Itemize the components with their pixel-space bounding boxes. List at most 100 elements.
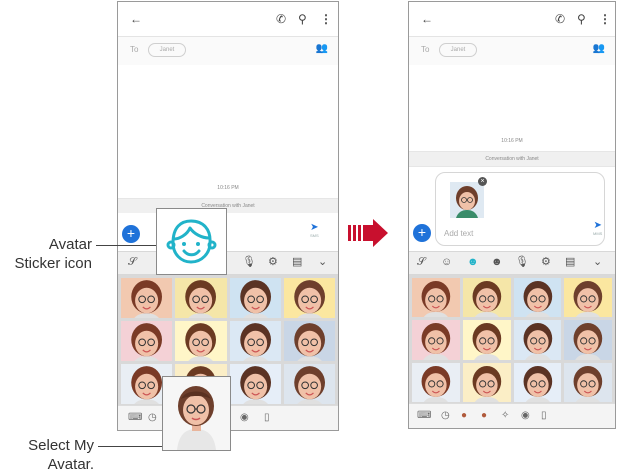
conversation-area: 10:16 PM Conversation with Janet — [118, 65, 338, 214]
avatar-sticker-thumb[interactable] — [229, 364, 281, 404]
send-icon: ➤ — [593, 220, 602, 231]
avatar-sticker-thumb[interactable] — [229, 278, 281, 318]
keyboard-toolbar: 𝒮 🎙 ⚙ ▤ ⌄ — [118, 251, 338, 275]
avatar-sticker-icon[interactable]: ☻ — [467, 256, 479, 269]
avatar-sticker-thumb[interactable] — [412, 278, 460, 318]
mic-icon[interactable]: 🎙 — [515, 256, 529, 269]
send-icon: ➤ — [310, 222, 319, 233]
recent-icon[interactable]: ◷ — [441, 410, 450, 422]
app-bar: ← ✆ ⚲ ⋮ — [118, 2, 338, 36]
avatar-sticker-thumb[interactable] — [283, 321, 335, 361]
my-avatar-sticker[interactable] — [163, 377, 230, 450]
phone-screen-after: ← ✆ ⚲ ⋮ To Janet 👥 10:16 PM Conversation… — [408, 1, 616, 429]
clipboard-icon[interactable]: ▤ — [565, 256, 575, 269]
sticker-category-icon[interactable]: ▯ — [541, 410, 547, 422]
avatar-sticker-thumb[interactable] — [462, 320, 511, 360]
attached-sticker — [450, 182, 484, 218]
recipient-chip[interactable]: Janet — [148, 43, 186, 57]
avatar-sticker-thumb[interactable] — [513, 362, 562, 402]
recipient-bar: To Janet 👥 — [118, 36, 338, 66]
add-contact-icon[interactable]: 👥 — [316, 43, 328, 54]
avatar-sticker-thumb[interactable] — [564, 362, 612, 402]
sticker-category-bar: ⌨ ◷ ● ● ✧ ◉ ▯ — [409, 403, 615, 428]
send-label: MMS — [593, 231, 603, 236]
sticker-grid — [409, 275, 615, 405]
settings-icon[interactable]: ⚙ — [268, 256, 278, 269]
leader-line — [96, 245, 156, 246]
avatar-sticker-thumb[interactable] — [462, 362, 511, 402]
annotation-line: Sticker icon — [14, 255, 92, 272]
phone-icon[interactable]: ✆ — [276, 12, 286, 26]
phone-icon[interactable]: ✆ — [555, 12, 565, 26]
handwriting-icon[interactable]: 𝒮 — [128, 256, 137, 269]
avatar-sticker-thumb[interactable] — [175, 321, 227, 361]
avatar-sticker-thumb[interactable] — [283, 364, 335, 404]
plus-icon[interactable]: + — [122, 225, 140, 243]
avatar-sticker-thumb[interactable] — [513, 320, 562, 360]
recipient-chip[interactable]: Janet — [439, 43, 477, 57]
message-input[interactable]: Add text — [444, 229, 473, 238]
message-time: 10:16 PM — [501, 138, 523, 144]
search-icon[interactable]: ⚲ — [577, 12, 586, 26]
compose-box[interactable]: × Add text — [435, 172, 605, 246]
avatar-sticker-thumb[interactable] — [462, 278, 511, 318]
more-icon[interactable]: ⋮ — [599, 12, 611, 26]
avatar-sticker-callout — [156, 208, 227, 275]
annotation-line: Avatar. — [47, 456, 94, 473]
send-label: SMS — [310, 233, 319, 238]
emoji-icon[interactable]: ☺ — [441, 256, 452, 269]
avatar-sticker-label: Avatar Sticker icon — [8, 235, 92, 273]
back-arrow-icon[interactable]: ← — [130, 12, 142, 26]
chevron-down-icon[interactable]: ⌄ — [318, 256, 327, 269]
sticker-category-icon[interactable]: ▯ — [264, 412, 270, 424]
settings-icon[interactable]: ⚙ — [541, 256, 551, 269]
annotation-line: Select My — [28, 437, 94, 454]
chevron-down-icon[interactable]: ⌄ — [593, 256, 602, 269]
conversation-banner: Conversation with Janet — [409, 151, 615, 167]
avatar-sticker-thumb[interactable] — [283, 278, 335, 318]
avatar-sticker-thumb[interactable] — [564, 278, 612, 318]
plus-icon[interactable]: + — [413, 224, 431, 242]
clipboard-icon[interactable]: ▤ — [292, 256, 302, 269]
avatar-sticker-thumb[interactable] — [513, 278, 562, 318]
avatar-sticker-thumb[interactable] — [412, 362, 460, 402]
handwriting-icon[interactable]: 𝒮 — [417, 256, 426, 269]
send-button[interactable]: ➤ MMS — [593, 220, 602, 236]
more-icon[interactable]: ⋮ — [320, 12, 332, 26]
avatar-sticker-thumb[interactable] — [121, 278, 173, 318]
keyboard-toolbar: 𝒮 ☺ ☻ ☻ 🎙 ⚙ ▤ ⌄ — [409, 251, 615, 275]
my-avatar-category-icon[interactable]: ● — [461, 410, 467, 422]
add-contact-icon[interactable]: 👥 — [593, 43, 605, 54]
send-button[interactable]: ➤ SMS — [310, 222, 319, 238]
avatar-sticker-thumb[interactable] — [412, 320, 460, 360]
sticker-icon[interactable]: ☻ — [491, 256, 503, 269]
sticker-category-icon[interactable]: ◉ — [521, 410, 530, 422]
to-label: To — [130, 45, 139, 54]
avatar-sticker-thumb[interactable] — [121, 321, 173, 361]
keyboard-icon[interactable]: ⌨ — [128, 412, 142, 424]
app-bar: ← ✆ ⚲ ⋮ — [409, 2, 615, 36]
sticker-category-icon[interactable]: ● — [481, 410, 487, 422]
recent-icon[interactable]: ◷ — [148, 412, 157, 424]
sticker-category-icon[interactable]: ✧ — [501, 410, 509, 422]
recipient-bar: To Janet 👥 — [409, 36, 615, 66]
avatar-sticker-icon[interactable] — [157, 209, 226, 274]
avatar-sticker-thumb[interactable] — [229, 321, 281, 361]
keyboard-icon[interactable]: ⌨ — [417, 410, 431, 422]
avatar-sticker-thumb[interactable] — [564, 320, 612, 360]
compose-bar: × Add text + ➤ MMS — [409, 168, 615, 252]
avatar-sticker-thumb[interactable] — [175, 278, 227, 318]
message-time: 10:16 PM — [217, 185, 239, 191]
transition-arrow-icon — [348, 219, 388, 247]
back-arrow-icon[interactable]: ← — [421, 12, 433, 26]
select-avatar-label: Select My Avatar. — [10, 436, 94, 474]
mic-icon[interactable]: 🎙 — [242, 256, 256, 269]
search-icon[interactable]: ⚲ — [298, 12, 307, 26]
remove-attachment-button[interactable]: × — [478, 177, 487, 186]
sticker-category-icon[interactable]: ◉ — [240, 412, 249, 424]
to-label: To — [421, 45, 430, 54]
conversation-area: 10:16 PM Conversation with Janet — [409, 65, 615, 167]
my-avatar-callout[interactable] — [162, 376, 231, 451]
conversation-banner: Conversation with Janet — [118, 198, 338, 214]
phone-screen-before: ← ✆ ⚲ ⋮ To Janet 👥 10:16 PM Conversation… — [117, 1, 339, 431]
